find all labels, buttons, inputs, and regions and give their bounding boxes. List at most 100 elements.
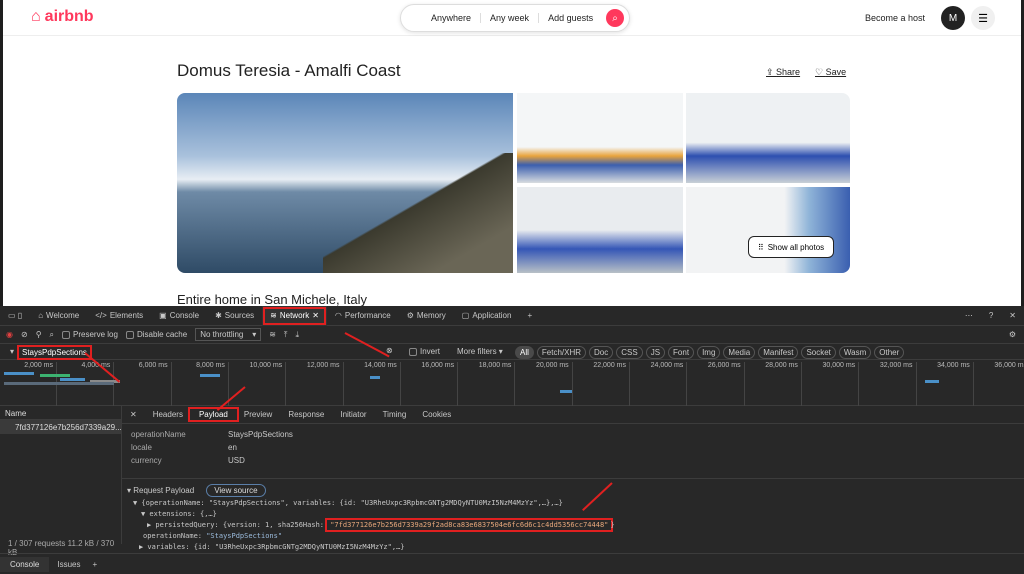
- throttling-select[interactable]: No throttling ▾: [195, 328, 262, 341]
- photo-3[interactable]: [686, 93, 850, 183]
- tab-sources[interactable]: ✱ Sources: [207, 306, 262, 326]
- timeline-tick: 8,000 ms: [172, 362, 229, 406]
- share-button[interactable]: ⇪ Share: [766, 67, 800, 78]
- timeline-tick: 18,000 ms: [458, 362, 516, 406]
- payload-line[interactable]: ▼ {operationName: "StaysPdpSections", va…: [127, 497, 1019, 508]
- search-add-guests[interactable]: Add guests: [539, 13, 602, 23]
- close-icon[interactable]: ✕: [312, 311, 319, 320]
- add-drawer-tab-icon[interactable]: +: [88, 557, 101, 572]
- param-value: en: [228, 443, 237, 452]
- filter-icon[interactable]: ⚲: [36, 330, 42, 339]
- request-row[interactable]: 7fd377126e7b256d7339a29...: [0, 420, 122, 434]
- device-toggle-icon[interactable]: ▭ ▯: [0, 306, 30, 326]
- payload-line[interactable]: ▶ persistedQuery: {version: 1, sha256Has…: [127, 517, 1019, 532]
- tab-response[interactable]: Response: [280, 410, 332, 419]
- tab-application[interactable]: ▢ Application: [454, 306, 520, 326]
- more-icon[interactable]: ⋯: [957, 306, 981, 326]
- import-icon[interactable]: ⤒: [284, 330, 288, 340]
- timeline-tick: 28,000 ms: [745, 362, 802, 406]
- tab-label: Elements: [109, 311, 144, 320]
- drawer-tab-issues[interactable]: Issues: [49, 557, 88, 572]
- photo-main[interactable]: [177, 93, 513, 273]
- name-column-header[interactable]: Name: [0, 406, 121, 420]
- operation-name-key: operationName:: [143, 531, 207, 540]
- help-icon[interactable]: ?: [981, 306, 1001, 326]
- payload-line[interactable]: ▼ extensions: {,…}: [127, 508, 1019, 519]
- settings-icon[interactable]: ⚙: [1009, 330, 1016, 339]
- search-icon[interactable]: ⌕: [606, 9, 624, 27]
- gauge-icon: ◠: [334, 311, 342, 320]
- tab-headers[interactable]: Headers: [145, 410, 191, 419]
- param-value: StaysPdpSections: [228, 430, 293, 439]
- tab-cookies[interactable]: Cookies: [414, 410, 459, 419]
- type-filter-all[interactable]: All: [515, 346, 534, 359]
- type-filter-font[interactable]: Font: [668, 346, 695, 359]
- payload-line[interactable]: operationName: "StaysPdpSections": [127, 530, 1019, 541]
- preserve-log-checkbox[interactable]: Preserve log: [62, 330, 118, 339]
- tab-preview[interactable]: Preview: [236, 410, 280, 419]
- become-host-link[interactable]: Become a host: [865, 13, 925, 23]
- request-list: Name 7fd377126e7b256d7339a29... 1 / 307 …: [0, 406, 122, 557]
- timeline-bar: [200, 374, 220, 377]
- payload-line[interactable]: ▶ variables: {id: "U3RheUxpc3RpbmcGNTg2M…: [127, 541, 1019, 552]
- tab-elements[interactable]: </> Elements: [87, 306, 151, 326]
- record-icon[interactable]: ◉: [6, 330, 13, 339]
- network-conditions-icon[interactable]: ≋: [269, 330, 276, 339]
- export-icon[interactable]: ⤓: [295, 330, 299, 340]
- type-filter-fetchxhr[interactable]: Fetch/XHR: [536, 346, 587, 359]
- photo-2[interactable]: [517, 93, 683, 183]
- type-filter-img[interactable]: Img: [697, 346, 721, 359]
- share-label: Share: [776, 67, 801, 77]
- filter-input[interactable]: StaysPdpSections: [17, 345, 92, 360]
- timeline-tick: 16,000 ms: [401, 362, 459, 406]
- timeline-bar: [925, 380, 939, 383]
- persisted-query-key: ▶ persistedQuery: {version: 1, sha256Has…: [147, 520, 329, 529]
- tab-network[interactable]: ≋ Network ✕: [262, 305, 327, 326]
- type-filter-wasm[interactable]: Wasm: [838, 346, 872, 359]
- add-tab-icon[interactable]: +: [519, 306, 540, 326]
- timeline-overview[interactable]: 2,000 ms 4,000 ms 6,000 ms 8,000 ms 10,000 m…: [0, 360, 1024, 406]
- request-payload: ▾ Request Payload View source ▼ {operatio…: [122, 478, 1024, 556]
- type-filter-js[interactable]: JS: [645, 346, 666, 359]
- airbnb-logo[interactable]: ⌂ airbnb: [31, 8, 94, 26]
- tab-memory[interactable]: ⚙ Memory: [399, 306, 454, 326]
- photo-4[interactable]: [517, 187, 683, 273]
- type-filter-media[interactable]: Media: [723, 346, 756, 359]
- save-button[interactable]: ♡ Save: [815, 67, 846, 78]
- clear-icon[interactable]: ⊘: [21, 330, 28, 339]
- home-icon: ⌂: [38, 311, 44, 320]
- avatar[interactable]: M: [941, 6, 965, 30]
- tab-payload[interactable]: Payload: [187, 407, 239, 422]
- tab-timing[interactable]: Timing: [375, 410, 415, 419]
- type-filter-css[interactable]: CSS: [616, 346, 643, 359]
- param-row: operationName StaysPdpSections: [122, 428, 1024, 441]
- menu-icon[interactable]: ☰: [971, 6, 995, 30]
- preserve-log-label: Preserve log: [73, 330, 118, 339]
- payload-header[interactable]: ▾ Request Payload View source: [127, 483, 1019, 497]
- search-any-week[interactable]: Any week: [481, 13, 540, 23]
- more-filters-dropdown[interactable]: More filters ▾: [457, 347, 503, 356]
- type-filter-doc[interactable]: Doc: [589, 346, 614, 359]
- sha256-hash: "7fd377126e7b256d7339a29f2ad8ca83e683750…: [325, 517, 614, 532]
- tab-performance[interactable]: ◠ Performance: [327, 306, 399, 326]
- show-all-photos-button[interactable]: ⠿ Show all photos: [748, 236, 834, 258]
- close-detail-icon[interactable]: ✕: [122, 410, 145, 419]
- tab-console[interactable]: ▣ Console: [151, 306, 207, 326]
- search-bar[interactable]: Anywhere Any week Add guests ⌕: [400, 4, 630, 32]
- disable-cache-checkbox[interactable]: Disable cache: [125, 330, 187, 339]
- tab-initiator[interactable]: Initiator: [332, 410, 374, 419]
- type-filter-other[interactable]: Other: [874, 346, 905, 359]
- drawer-tab-console[interactable]: Console: [0, 556, 50, 572]
- invert-checkbox[interactable]: Invert: [409, 347, 440, 356]
- type-filter-socket[interactable]: Socket: [801, 346, 836, 359]
- type-filter-manifest[interactable]: Manifest: [758, 346, 799, 359]
- view-source-button[interactable]: View source: [206, 483, 266, 497]
- photo-5[interactable]: [686, 187, 850, 273]
- search-anywhere[interactable]: Anywhere: [401, 13, 482, 23]
- close-devtools-icon[interactable]: ✕: [1001, 306, 1024, 326]
- search-icon[interactable]: ⌕: [50, 330, 54, 340]
- listing-title: Domus Teresia - Amalfi Coast: [177, 61, 401, 80]
- wifi-icon: ≋: [270, 311, 277, 320]
- tab-welcome[interactable]: ⌂ Welcome: [30, 306, 87, 326]
- timeline-tick: 24,000 ms: [630, 362, 688, 406]
